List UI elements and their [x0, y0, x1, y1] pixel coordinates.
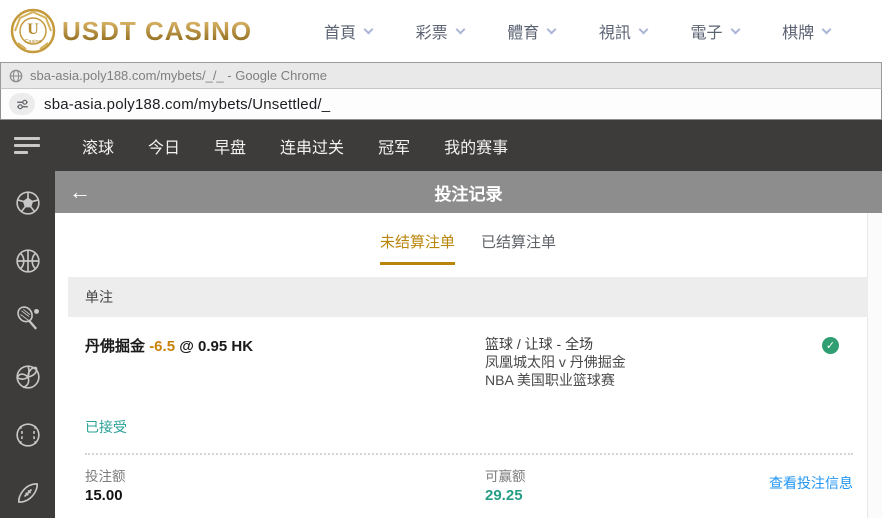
- logo-wordmark: USDT CASINO: [62, 16, 252, 47]
- bet-selection: 丹佛掘金 -6.5 @ 0.95 HK: [85, 335, 485, 356]
- team-name: 丹佛掘金: [85, 338, 145, 355]
- accepted-check-icon: ✓: [822, 337, 839, 354]
- chevron-down-icon: [822, 24, 832, 34]
- window-title: sba-asia.poly188.com/mybets/_/_ - Google…: [30, 68, 327, 83]
- site-header: U Casino USDT CASINO 首頁 彩票 體育 視訊 電子 棋牌: [0, 0, 882, 62]
- stake-label: 投注额: [85, 465, 485, 485]
- chevron-down-icon: [364, 24, 374, 34]
- sports-nav-myevents[interactable]: 我的赛事: [444, 134, 508, 158]
- hamburger-menu-icon[interactable]: [14, 133, 40, 158]
- match-name: 凤凰城太阳 v 丹佛掘金: [485, 353, 822, 371]
- nav-item-lottery[interactable]: 彩票: [416, 19, 464, 43]
- nav-label: 彩票: [416, 19, 448, 43]
- payout-label: 可赢额: [485, 465, 769, 485]
- browser-url-bar[interactable]: sba-asia.poly188.com/mybets/Unsettled/_: [0, 88, 882, 120]
- sports-nav-today[interactable]: 今日: [148, 134, 180, 158]
- nav-item-cards[interactable]: 棋牌: [782, 19, 830, 43]
- nav-item-sports[interactable]: 體育: [507, 19, 555, 43]
- browser-title-bar: sba-asia.poly188.com/mybets/_/_ - Google…: [0, 62, 882, 88]
- odds-value: 0.95 HK: [198, 338, 253, 355]
- american-football-icon[interactable]: [14, 479, 42, 507]
- sports-nav-bar: 滚球 今日 早盘 连串过关 冠军 我的赛事: [0, 120, 882, 171]
- sports-nav-parlay[interactable]: 连串过关: [280, 134, 344, 158]
- page-title: 投注记录: [55, 180, 882, 205]
- chevron-down-icon: [638, 24, 648, 34]
- tab-settled[interactable]: 已结算注单: [481, 231, 556, 265]
- logo-ball-icon: U Casino: [10, 8, 56, 54]
- bet-status: 已接受: [85, 417, 868, 437]
- single-bet-section-header: 单注: [68, 277, 868, 317]
- main-pane: ← 投注记录 未结算注单 已结算注单 单注 丹佛掘金 -6.5 @ 0.95 H…: [55, 171, 882, 518]
- sports-nav-inplay[interactable]: 滚球: [82, 134, 114, 158]
- market-type: 篮球 / 让球 - 全场: [485, 335, 822, 353]
- favicon-globe-icon: [9, 69, 23, 83]
- handicap-value: -6.5: [149, 338, 175, 355]
- soccer-icon[interactable]: [14, 189, 42, 217]
- volleyball-icon[interactable]: [14, 363, 42, 391]
- sports-side-rail: [0, 171, 55, 518]
- svg-text:U: U: [27, 21, 39, 38]
- tennis-icon[interactable]: [14, 305, 42, 333]
- payout-block: 可赢额 29.25: [485, 465, 769, 504]
- page-header: ← 投注记录: [55, 171, 882, 213]
- nav-label: 體育: [507, 19, 539, 43]
- bet-tabs: 未结算注单 已结算注单: [68, 213, 868, 265]
- nav-item-home[interactable]: 首頁: [324, 19, 372, 43]
- view-bet-details-link[interactable]: 查看投注信息: [769, 473, 853, 493]
- url-text[interactable]: sba-asia.poly188.com/mybets/Unsettled/_: [44, 96, 330, 113]
- chevron-down-icon: [547, 24, 557, 34]
- svg-text:Casino: Casino: [24, 39, 41, 45]
- baseball-icon[interactable]: [14, 421, 42, 449]
- section-label: 单注: [85, 287, 113, 307]
- league-name: NBA 美国职业篮球赛: [485, 371, 822, 389]
- app-body: ← 投注记录 未结算注单 已结算注单 单注 丹佛掘金 -6.5 @ 0.95 H…: [0, 171, 882, 518]
- chevron-down-icon: [455, 24, 465, 34]
- nav-label: 首頁: [324, 19, 356, 43]
- stake-value: 15.00: [85, 487, 485, 504]
- bet-history-content: 未结算注单 已结算注单 单注 丹佛掘金 -6.5 @ 0.95 HK 篮球 / …: [55, 213, 882, 518]
- sports-nav-early[interactable]: 早盘: [214, 134, 246, 158]
- nav-item-slots[interactable]: 電子: [691, 19, 739, 43]
- tab-unsettled[interactable]: 未结算注单: [380, 231, 455, 265]
- nav-label: 電子: [691, 19, 723, 43]
- payout-value: 29.25: [485, 487, 769, 504]
- nav-label: 視訊: [599, 19, 631, 43]
- sports-nav-outright[interactable]: 冠军: [378, 134, 410, 158]
- basketball-icon[interactable]: [14, 247, 42, 275]
- main-nav: 首頁 彩票 體育 視訊 電子 棋牌: [252, 19, 872, 43]
- site-settings-icon[interactable]: [9, 93, 35, 115]
- at-sign: @: [179, 338, 194, 355]
- bet-card: 丹佛掘金 -6.5 @ 0.95 HK 篮球 / 让球 - 全场 凤凰城太阳 v…: [68, 317, 868, 504]
- bet-totals: 投注额 15.00 可赢额 29.25 查看投注信息: [85, 455, 868, 504]
- chevron-down-icon: [730, 24, 740, 34]
- market-info: 篮球 / 让球 - 全场 凤凰城太阳 v 丹佛掘金 NBA 美国职业篮球赛: [485, 335, 822, 389]
- stake-block: 投注额 15.00: [85, 465, 485, 504]
- site-logo[interactable]: U Casino USDT CASINO: [10, 8, 252, 54]
- nav-item-live[interactable]: 視訊: [599, 19, 647, 43]
- nav-label: 棋牌: [782, 19, 814, 43]
